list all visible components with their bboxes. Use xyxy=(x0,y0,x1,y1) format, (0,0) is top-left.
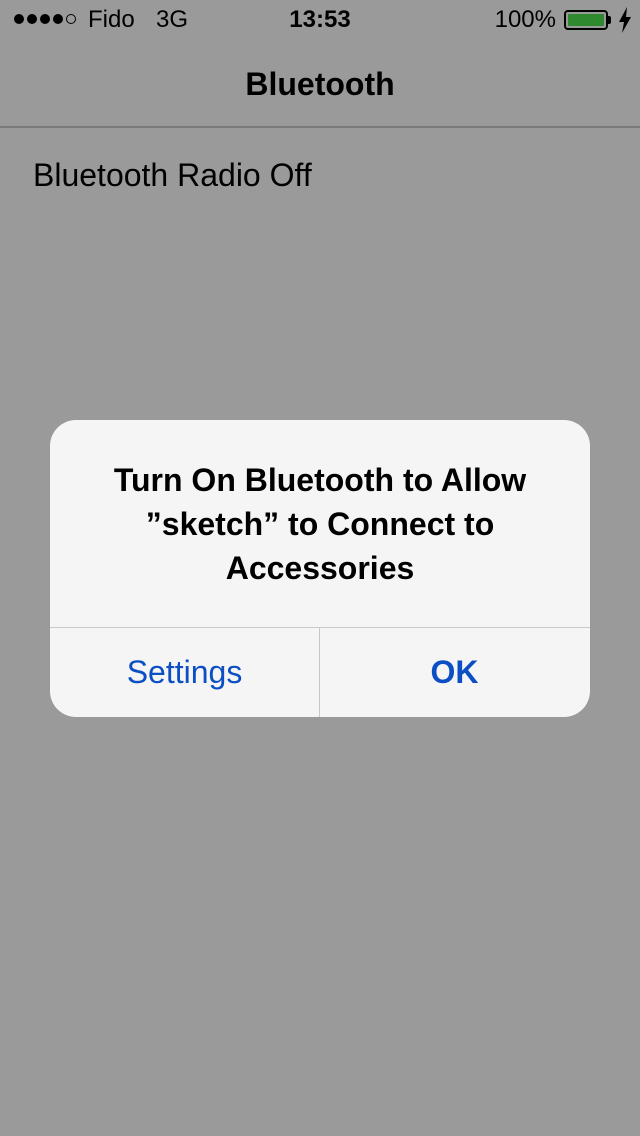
bolt-icon xyxy=(619,7,631,33)
battery-tip xyxy=(608,16,611,24)
bluetooth-radio-status: Bluetooth Radio Off xyxy=(33,157,312,193)
battery-percentage: 100% xyxy=(494,6,556,33)
bluetooth-alert-dialog: Turn On Bluetooth to Allow ”sketch” to C… xyxy=(50,420,590,717)
alert-title: Turn On Bluetooth to Allow ”sketch” to C… xyxy=(113,462,527,586)
battery-level-fill xyxy=(568,14,604,26)
battery-icon xyxy=(564,10,608,30)
settings-button[interactable]: Settings xyxy=(50,628,319,717)
navigation-bar: Bluetooth xyxy=(0,40,640,128)
page-title: Bluetooth xyxy=(245,66,395,102)
status-bar: Fido 3G 13:53 100% xyxy=(0,0,640,40)
ok-button[interactable]: OK xyxy=(320,628,589,717)
